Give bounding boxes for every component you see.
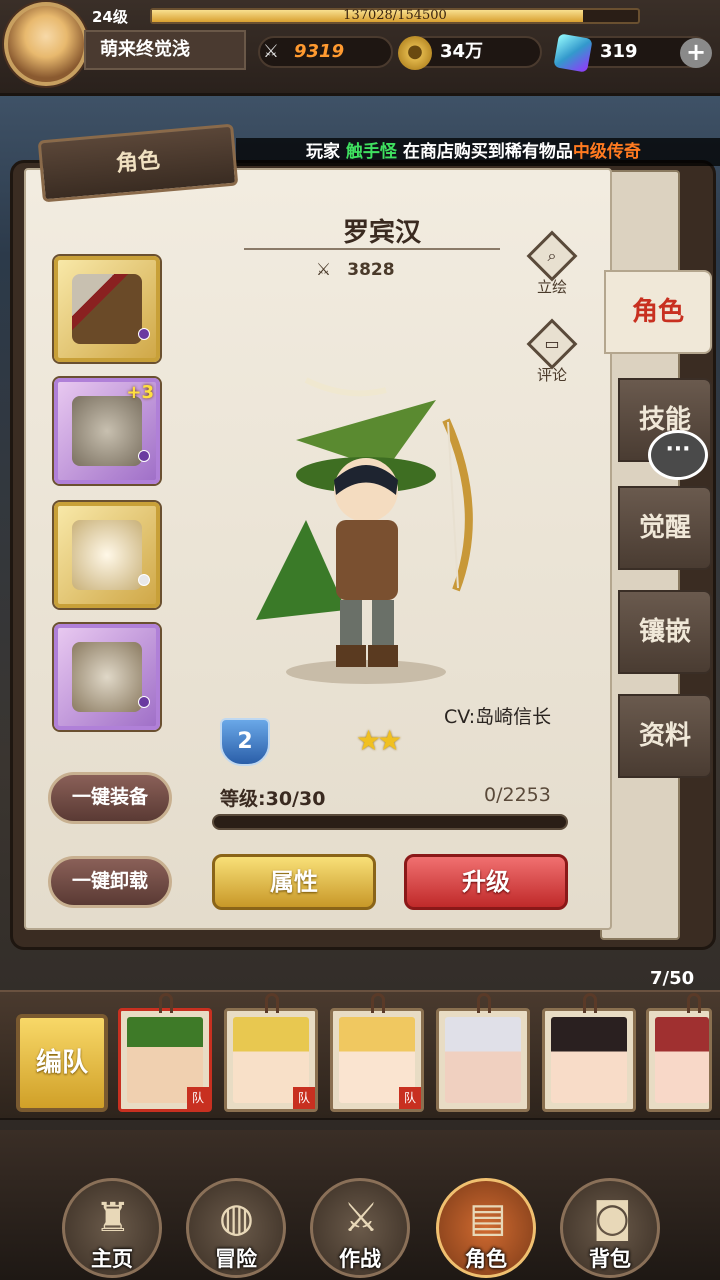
tab-character[interactable]: 角色 <box>604 270 712 354</box>
team-portrait[interactable]: 队 <box>224 993 318 1112</box>
star-rating: ★★ <box>356 724 402 757</box>
clip-icon <box>371 993 385 1013</box>
attributes-button[interactable]: 属性 <box>212 854 376 910</box>
gem-icon <box>553 33 593 73</box>
power-display: ⚔ 9319 <box>258 36 393 68</box>
clip-icon <box>583 993 597 1013</box>
equip-slot-armor[interactable]: +3 <box>54 378 160 484</box>
equip-slot-accessory[interactable] <box>54 624 160 730</box>
gem-socket-icon <box>138 450 150 462</box>
announcement-ticker: 玩家 触手怪 在商店购买到稀有物品中级传奇 <box>236 138 720 166</box>
ticker-item: 中级传奇 <box>572 142 641 162</box>
nav-battle-label: 作战 <box>339 1247 381 1271</box>
character-exp-bar <box>212 814 568 830</box>
player-level: 24级 <box>92 8 128 26</box>
team-badge: 队 <box>293 1087 315 1109</box>
rank-badge: 2 <box>220 718 270 766</box>
team-portrait[interactable]: 队 <box>330 993 424 1112</box>
hero-face <box>551 1017 627 1103</box>
player-exp-bar: 137028/154500 <box>150 8 640 24</box>
gem-socket-icon <box>138 574 150 586</box>
tab-inlay[interactable]: 镶嵌 <box>618 590 712 674</box>
gem-socket-icon <box>138 328 150 340</box>
speech-bubble-icon: ▭ <box>526 318 578 370</box>
nav-adventure[interactable]: ◍ 冒险 <box>186 1178 286 1278</box>
enhance-level: +3 <box>126 382 154 403</box>
add-gems-button[interactable]: + <box>680 38 712 68</box>
tab-profile[interactable]: 资料 <box>618 694 712 778</box>
boots-icon <box>72 520 142 590</box>
clip-icon <box>687 993 701 1013</box>
equip-slot-weapon[interactable] <box>54 256 160 362</box>
ticker-prefix: 玩家 <box>306 142 340 162</box>
sword-icon: ⚔ <box>343 1195 379 1241</box>
team-formation-button[interactable]: 编队 <box>16 1014 108 1112</box>
portrait-button[interactable]: ⌕ 立绘 <box>526 230 578 297</box>
magnifier-icon: ⌕ <box>526 230 578 282</box>
team-badge: 队 <box>399 1087 421 1109</box>
comment-button[interactable]: ▭ 评论 <box>526 318 578 385</box>
portal-icon: ◍ <box>219 1195 254 1241</box>
character-exp: 0/2253 <box>484 784 551 806</box>
name-divider <box>244 248 500 250</box>
clip-icon <box>159 993 173 1013</box>
upgrade-button[interactable]: 升级 <box>404 854 568 910</box>
nav-battle[interactable]: ⚔ 作战 <box>310 1178 410 1278</box>
team-portrait[interactable] <box>646 993 712 1112</box>
hero-face <box>655 1017 709 1103</box>
gem-socket-icon <box>138 696 150 708</box>
clip-icon <box>265 993 279 1013</box>
player-name: 萌来终觉浅 <box>84 30 246 70</box>
clip-icon <box>477 993 491 1013</box>
coin-icon: ● <box>398 36 432 70</box>
swords-icon: ⚔ <box>316 260 332 280</box>
gem-value: 319 <box>600 41 638 62</box>
nav-bag-label: 背包 <box>589 1247 631 1271</box>
team-portrait[interactable] <box>436 993 530 1112</box>
character-power-value: 3828 <box>347 260 395 280</box>
player-exp-text: 137028/154500 <box>343 8 447 23</box>
swords-icon: ⚔ <box>262 41 280 62</box>
nav-character-label: 角色 <box>465 1247 507 1271</box>
armor-icon <box>72 396 142 466</box>
equip-all-button[interactable]: 一键装备 <box>48 772 172 824</box>
roster-count: 7/50 <box>650 968 695 989</box>
character-level: 等级:30/30 <box>220 788 326 810</box>
chat-bubble-icon[interactable]: ··· <box>648 430 708 480</box>
team-portrait[interactable] <box>542 993 636 1112</box>
backpack-icon: ◙ <box>593 1195 632 1241</box>
ticker-player: 触手怪 <box>345 142 397 162</box>
equip-slot-boots[interactable] <box>54 502 160 608</box>
gold-value: 34万 <box>440 41 484 62</box>
hero-face <box>445 1017 521 1103</box>
amulet-icon <box>72 642 142 712</box>
character-power: ⚔ 3828 <box>316 260 395 280</box>
team-badge: 队 <box>187 1087 209 1109</box>
player-avatar[interactable] <box>4 2 88 86</box>
nav-bag[interactable]: ◙ 背包 <box>560 1178 660 1278</box>
mace-icon <box>72 274 142 344</box>
tab-awaken[interactable]: 觉醒 <box>618 486 712 570</box>
nav-home-label: 主页 <box>91 1247 133 1271</box>
unequip-all-button[interactable]: 一键卸载 <box>48 856 172 908</box>
power-value: 9319 <box>294 41 345 62</box>
nav-adventure-label: 冒险 <box>215 1247 257 1271</box>
top-bar: 24级 137028/154500 萌来终觉浅 ⚔ 9319 ● 34万 319… <box>0 0 720 96</box>
character-art <box>256 377 473 684</box>
book-icon: ▤ <box>469 1195 507 1241</box>
gold-display[interactable]: ● 34万 <box>398 36 542 70</box>
voice-actor: CV:岛崎信长 <box>444 706 552 728</box>
nav-home[interactable]: ♜ 主页 <box>62 1178 162 1278</box>
castle-icon: ♜ <box>95 1195 131 1241</box>
ticker-middle: 在商店购买到稀有物品 <box>402 142 573 162</box>
team-portrait[interactable]: 队 <box>118 993 212 1112</box>
nav-character[interactable]: ▤ 角色 <box>436 1178 536 1278</box>
character-name: 罗宾汉 <box>342 218 421 248</box>
